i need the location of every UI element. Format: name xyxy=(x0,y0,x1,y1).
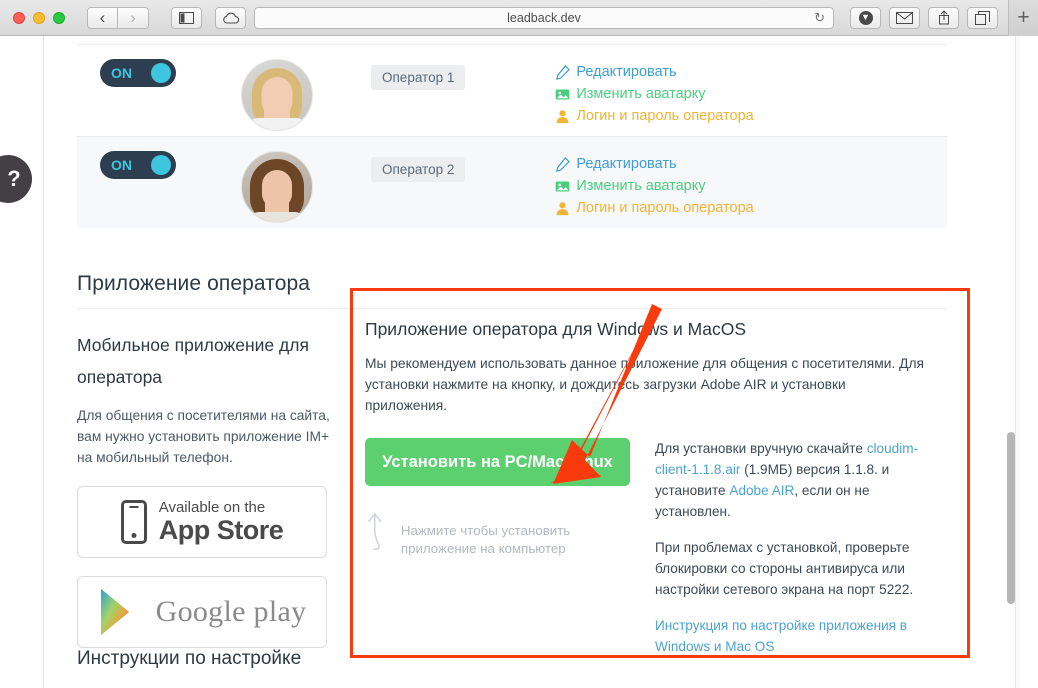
operator-name-badge: Оператор 1 xyxy=(371,65,466,90)
show-tabs-button[interactable] xyxy=(967,6,998,29)
mobile-app-heading: Мобильное приложение для оператора xyxy=(77,335,309,387)
toggle-knob xyxy=(151,155,171,175)
user-icon xyxy=(556,201,569,215)
install-hint: Нажмите чтобы установить приложение на к… xyxy=(365,500,635,560)
page-content: ON Оператор 1 Редактировать Изменить ава… xyxy=(45,36,1020,688)
edit-operator-link[interactable]: Редактировать xyxy=(555,61,753,83)
table-row: ON Оператор 1 Редактировать Изменить ава… xyxy=(77,44,947,136)
share-icon xyxy=(938,10,949,25)
operator-credentials-label: Логин и пароль оператора xyxy=(576,200,754,216)
mobile-app-paragraph: Для общения с посетителями на сайта, вам… xyxy=(77,408,330,465)
mail-icon xyxy=(896,11,913,24)
avatar xyxy=(241,59,313,131)
google-play-icon xyxy=(100,589,129,635)
vertical-scrollbar[interactable] xyxy=(1007,36,1015,688)
screenshot-root: ‹ › leadback.dev ↻ ▼ + ? ON Оператор 1 Р… xyxy=(0,0,1038,688)
operator-credentials-link[interactable]: Логин и пароль оператора xyxy=(555,197,754,219)
reload-button[interactable]: ↻ xyxy=(814,10,825,26)
desktop-app-panel: Приложение оператора для Windows и MacOS… xyxy=(365,319,957,672)
desktop-app-heading: Приложение оператора для Windows и MacOS xyxy=(365,319,747,339)
share-button[interactable] xyxy=(928,6,959,29)
manual-text-1: Для установки вручную скачайте xyxy=(655,441,867,456)
avatar-wrapper xyxy=(241,151,313,223)
pencil-icon xyxy=(556,64,571,80)
page-right-edge xyxy=(1015,36,1020,688)
page-viewport: ? ON Оператор 1 Редактировать Изменить а… xyxy=(0,36,1038,688)
avatar xyxy=(241,151,313,223)
operator-toggle[interactable]: ON xyxy=(100,59,176,87)
operator-name-badge: Оператор 2 xyxy=(371,157,466,182)
operator-actions: Редактировать Изменить аватарку Логин и … xyxy=(555,153,754,219)
mobile-app-column: Мобильное приложение для оператора Для о… xyxy=(77,329,332,648)
tabs-icon xyxy=(975,10,990,25)
change-avatar-label: Изменить аватарку xyxy=(576,86,706,102)
left-rail: ? xyxy=(0,36,44,688)
troubleshoot-paragraph: При проблемах с установкой, проверьте бл… xyxy=(655,540,914,597)
user-icon xyxy=(556,109,569,123)
install-button[interactable]: Установить на PC/Mac/Linux xyxy=(365,438,630,486)
operator-credentials-link[interactable]: Логин и пароль оператора xyxy=(555,105,754,127)
desktop-app-intro: Мы рекомендуем использовать данное прило… xyxy=(365,356,925,413)
image-icon xyxy=(556,181,570,191)
manual-install-paragraph: Для установки вручную скачайте cloudim-c… xyxy=(655,438,945,522)
browser-toolbar: ‹ › leadback.dev ↻ ▼ + xyxy=(0,0,1038,36)
operator-toggle[interactable]: ON xyxy=(100,151,176,179)
google-play-badge[interactable]: Google play xyxy=(77,576,327,648)
image-icon xyxy=(556,89,570,99)
toggle-knob xyxy=(151,63,171,83)
back-button[interactable]: ‹ xyxy=(87,6,118,29)
icloud-button[interactable] xyxy=(215,6,246,29)
curved-arrow-icon xyxy=(367,512,382,551)
install-column: Установить на PC/Mac/Linux Нажмите чтобы… xyxy=(365,438,635,672)
sidebar-toggle-button[interactable] xyxy=(171,6,202,29)
forward-button[interactable]: › xyxy=(118,6,149,29)
setup-guide-link[interactable]: Инструкция по настройке приложения в Win… xyxy=(655,618,907,654)
adobe-air-link[interactable]: Adobe AIR xyxy=(729,483,794,498)
download-icon: ▼ xyxy=(858,10,873,25)
operator-actions: Редактировать Изменить аватарку Логин и … xyxy=(555,61,754,127)
app-store-text: Available on the App Store xyxy=(159,500,284,544)
window-controls xyxy=(0,11,65,24)
scrollbar-thumb[interactable] xyxy=(1007,432,1015,604)
google-play-label: Google play xyxy=(155,595,307,628)
edit-operator-link[interactable]: Редактировать xyxy=(555,153,753,175)
navigation-buttons: ‹ › xyxy=(87,6,149,29)
guide-paragraph: Инструкция по настройке приложения в Win… xyxy=(655,615,945,657)
operators-table: ON Оператор 1 Редактировать Изменить ава… xyxy=(77,36,947,228)
maximize-window-button[interactable] xyxy=(53,11,65,24)
url-text: leadback.dev xyxy=(507,10,581,25)
edit-operator-label: Редактировать xyxy=(576,156,677,172)
toggle-label: ON xyxy=(111,65,132,81)
change-avatar-link[interactable]: Изменить аватарку xyxy=(555,175,753,197)
avatar-wrapper xyxy=(241,59,313,131)
install-hint-text: Нажмите чтобы установить приложение на к… xyxy=(400,523,571,556)
phone-icon xyxy=(120,500,147,544)
app-store-line1: Available on the xyxy=(158,499,266,516)
toggle-label: ON xyxy=(111,157,132,173)
app-store-badge[interactable]: Available on the App Store xyxy=(77,486,327,558)
manual-install-column: Для установки вручную скачайте cloudim-c… xyxy=(655,438,945,672)
cloud-icon xyxy=(222,12,239,24)
change-avatar-label: Изменить аватарку xyxy=(576,178,706,194)
address-bar[interactable]: leadback.dev ↻ xyxy=(254,6,834,29)
app-store-line2: App Store xyxy=(158,515,284,545)
table-row: ON Оператор 2 Редактировать Изменить ава… xyxy=(77,136,947,228)
desktop-columns: Установить на PC/Mac/Linux Нажмите чтобы… xyxy=(365,438,957,672)
operator-credentials-label: Логин и пароль оператора xyxy=(576,108,754,124)
page-title: Приложение оператора xyxy=(77,272,311,295)
instructions-heading: Инструкции по настройке xyxy=(77,648,302,669)
mail-button[interactable] xyxy=(889,6,920,29)
toolbar-actions: ▼ + xyxy=(842,0,1038,36)
help-button[interactable]: ? xyxy=(0,155,32,203)
sidebar-icon xyxy=(179,11,194,24)
pencil-icon xyxy=(556,156,571,172)
downloads-button[interactable]: ▼ xyxy=(850,6,881,29)
cut-off-header-row xyxy=(77,36,947,44)
change-avatar-link[interactable]: Изменить аватарку xyxy=(555,83,753,105)
edit-operator-label: Редактировать xyxy=(576,64,677,80)
close-window-button[interactable] xyxy=(13,11,25,24)
new-tab-button[interactable]: + xyxy=(1008,0,1038,36)
minimize-window-button[interactable] xyxy=(33,11,45,24)
